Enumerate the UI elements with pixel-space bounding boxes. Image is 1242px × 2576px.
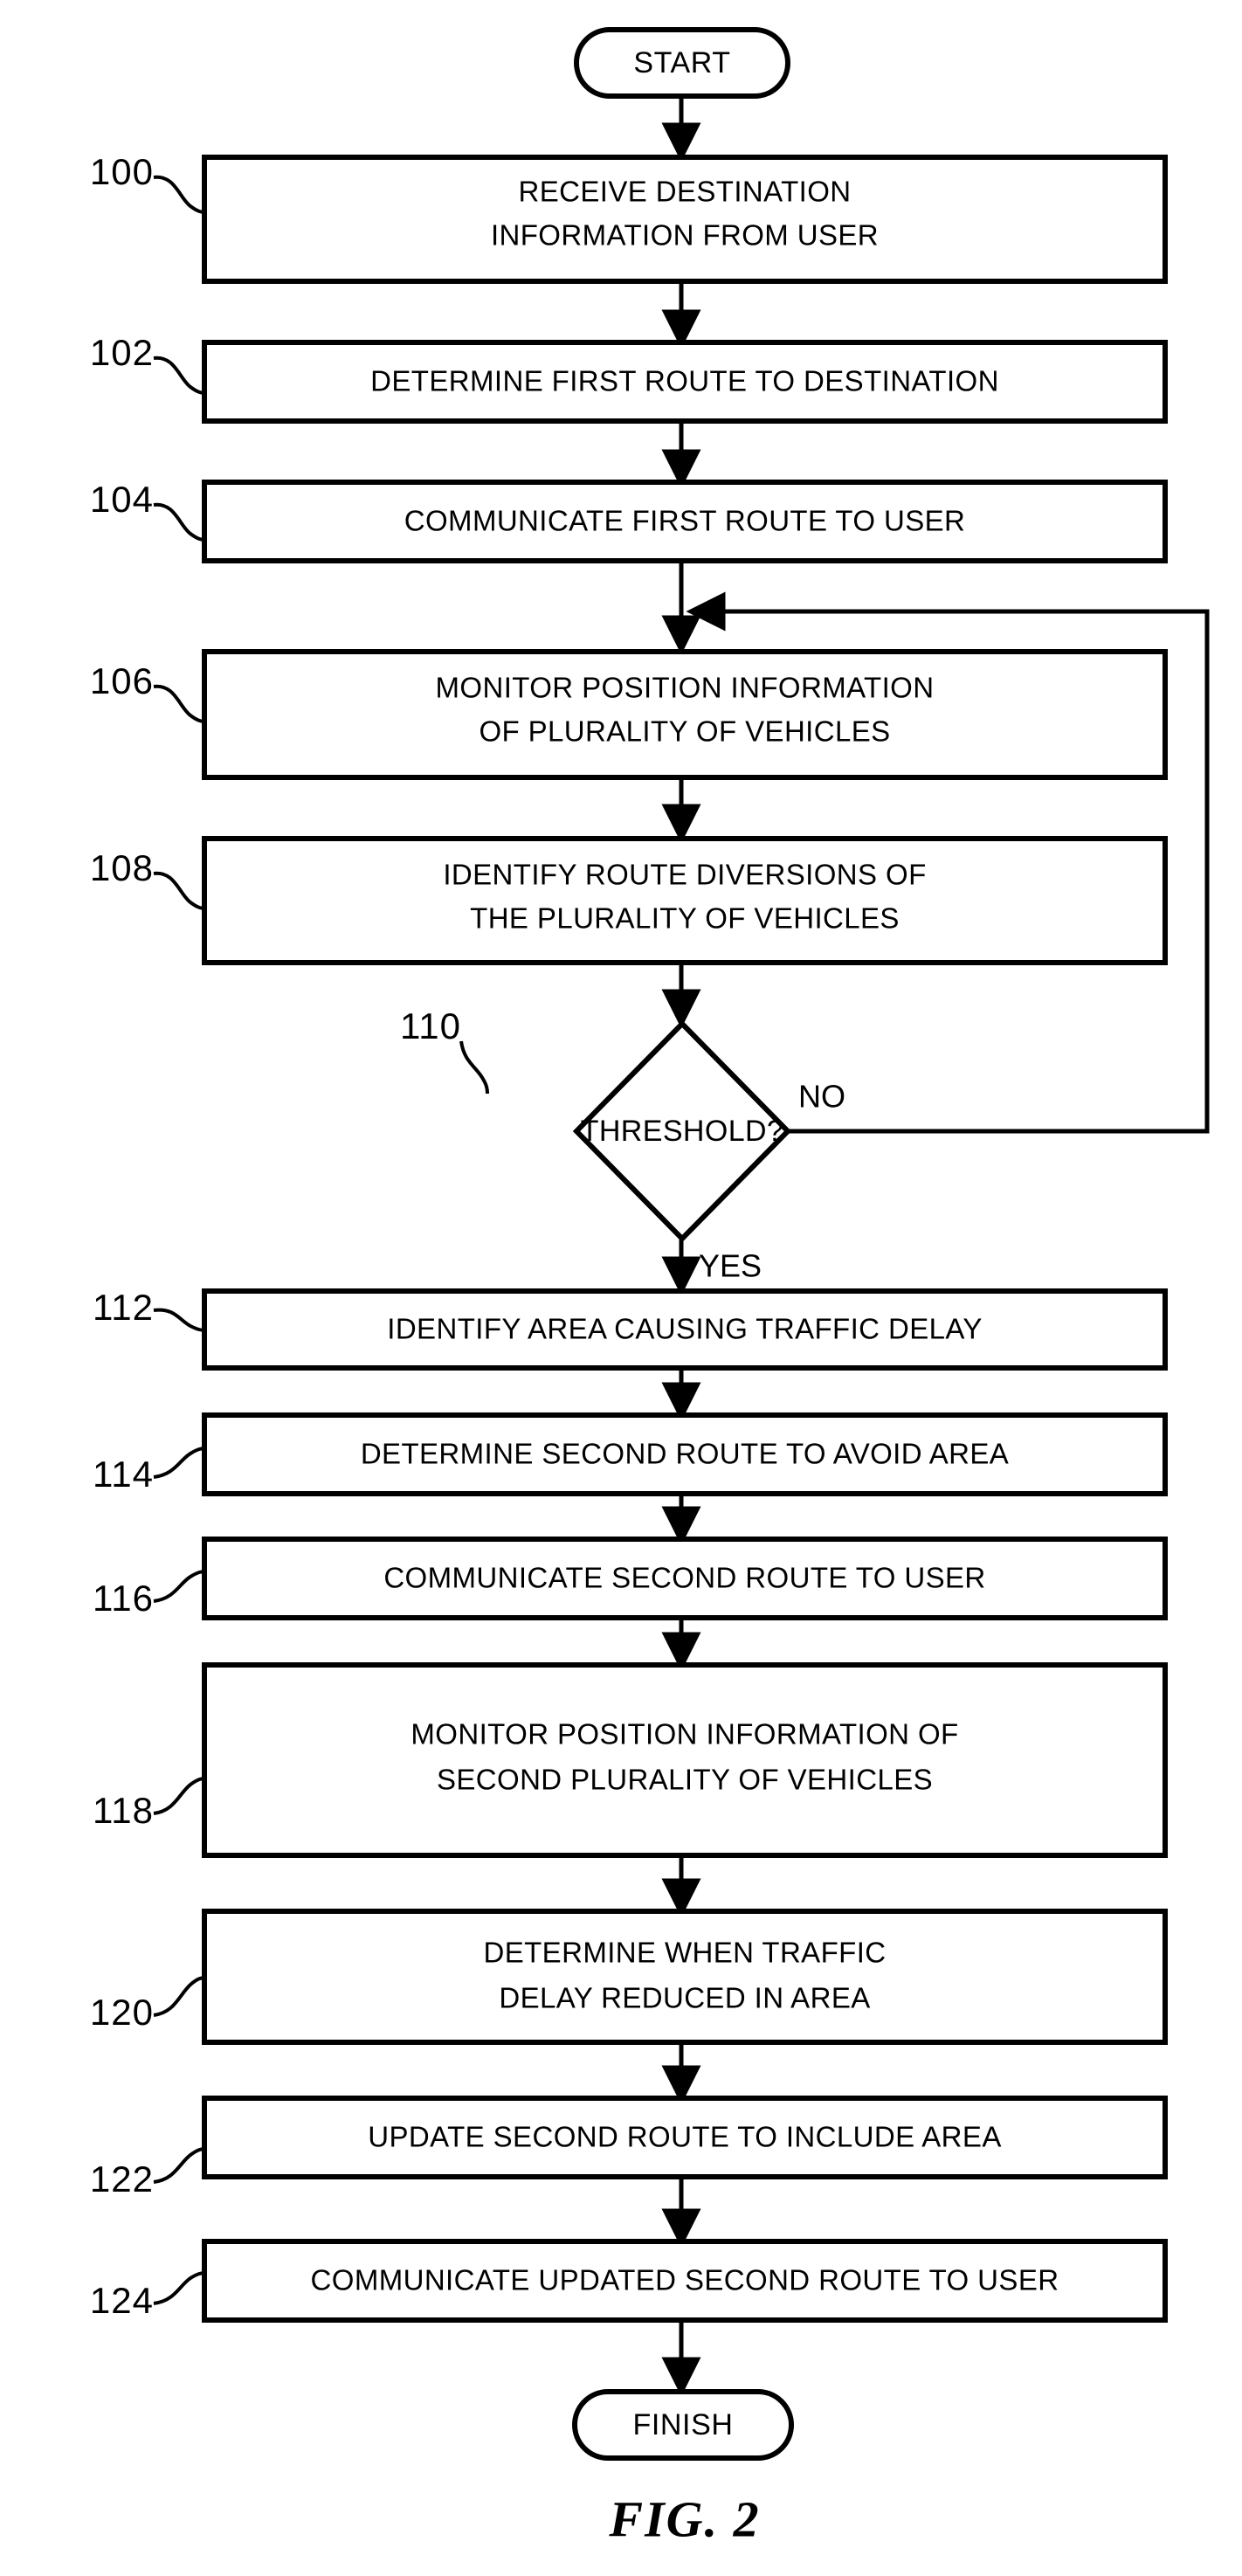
decision-no-label: NO	[798, 1079, 845, 1115]
figure-caption: FIG. 2	[608, 2490, 760, 2547]
step-box-114: DETERMINE SECOND ROUTE TO AVOID AREA 114	[93, 1412, 1168, 1496]
box-120-line-1: DETERMINE WHEN TRAFFIC	[483, 1937, 886, 1969]
step-box-124: COMMUNICATE UPDATED SECOND ROUTE TO USER…	[90, 2239, 1168, 2323]
ref-112: 112	[93, 1287, 154, 1328]
step-box-120: DETERMINE WHEN TRAFFIC DELAY REDUCED IN …	[90, 1909, 1168, 2045]
step-box-112: IDENTIFY AREA CAUSING TRAFFIC DELAY 112	[93, 1287, 1168, 1371]
leader-124	[153, 2271, 207, 2305]
box-108-line-2: THE PLURALITY OF VEHICLES	[470, 902, 900, 935]
step-box-102: DETERMINE FIRST ROUTE TO DESTINATION 102	[90, 332, 1168, 424]
decision-110: THRESHOLD? 110 NO YES	[400, 1005, 845, 1283]
box-102-line-1: DETERMINE FIRST ROUTE TO DESTINATION	[370, 365, 999, 397]
ref-104: 104	[90, 479, 154, 520]
leader-112	[153, 1308, 207, 1332]
ref-100: 100	[90, 151, 154, 192]
connectors	[661, 96, 1210, 2397]
box-108-rect	[202, 836, 1168, 965]
leader-118	[153, 1777, 207, 1815]
ref-122: 122	[90, 2158, 154, 2200]
step-box-108: IDENTIFY ROUTE DIVERSIONS OF THE PLURALI…	[90, 836, 1168, 965]
decision-yes-label: YES	[699, 1248, 762, 1284]
box-120-line-2: DELAY REDUCED IN AREA	[499, 1982, 870, 2014]
leader-100	[153, 175, 207, 214]
ref-110: 110	[400, 1005, 461, 1046]
ref-116: 116	[93, 1578, 154, 1619]
box-118-rect	[202, 1662, 1168, 1858]
leader-122	[153, 2147, 207, 2184]
ref-114: 114	[93, 1454, 154, 1495]
leader-114	[153, 1447, 207, 1479]
terminator-finish: FINISH	[572, 2389, 794, 2461]
ref-102: 102	[90, 332, 154, 373]
box-122-line-1: UPDATE SECOND ROUTE TO INCLUDE AREA	[368, 2121, 1001, 2153]
leader-116	[153, 1570, 207, 1603]
finish-label: FINISH	[632, 2408, 733, 2441]
box-106-line-1: MONITOR POSITION INFORMATION	[436, 672, 935, 704]
decision-110-label: THRESHOLD?	[581, 1115, 784, 1148]
step-box-106: MONITOR POSITION INFORMATION OF PLURALIT…	[90, 649, 1168, 780]
leader-120	[153, 1976, 207, 2017]
step-box-118: MONITOR POSITION INFORMATION OF SECOND P…	[93, 1662, 1168, 1858]
step-box-100: RECEIVE DESTINATION INFORMATION FROM USE…	[90, 151, 1168, 284]
step-box-122: UPDATE SECOND ROUTE TO INCLUDE AREA 122	[90, 2096, 1168, 2200]
box-100-line-1: RECEIVE DESTINATION	[518, 176, 851, 208]
terminator-start: START	[574, 27, 790, 99]
box-106-line-2: OF PLURALITY OF VEHICLES	[479, 715, 890, 748]
ref-118: 118	[93, 1790, 154, 1831]
leader-102	[153, 356, 207, 395]
box-124-line-1: COMMUNICATE UPDATED SECOND ROUTE TO USER	[311, 2264, 1059, 2296]
ref-106: 106	[90, 660, 154, 701]
box-114-line-1: DETERMINE SECOND ROUTE TO AVOID AREA	[361, 1438, 1009, 1470]
ref-120: 120	[90, 1992, 154, 2033]
box-116-line-1: COMMUNICATE SECOND ROUTE TO USER	[383, 1562, 985, 1594]
leader-106	[153, 684, 207, 723]
patent-figure: START RECEIVE DESTINATION INFORMATION FR…	[0, 0, 1242, 2576]
leader-110	[459, 1040, 489, 1095]
box-104-line-1: COMMUNICATE FIRST ROUTE TO USER	[404, 505, 966, 537]
ref-124: 124	[90, 2280, 154, 2321]
leader-108	[153, 871, 207, 910]
step-box-116: COMMUNICATE SECOND ROUTE TO USER 116	[93, 1537, 1168, 1620]
box-118-line-1: MONITOR POSITION INFORMATION OF	[411, 1718, 958, 1751]
flowchart-canvas: START RECEIVE DESTINATION INFORMATION FR…	[90, 27, 1210, 2547]
box-108-line-1: IDENTIFY ROUTE DIVERSIONS OF	[443, 859, 926, 891]
box-118-line-2: SECOND PLURALITY OF VEHICLES	[437, 1764, 933, 1796]
box-100-line-2: INFORMATION FROM USER	[491, 219, 879, 252]
box-112-line-1: IDENTIFY AREA CAUSING TRAFFIC DELAY	[387, 1313, 982, 1345]
ref-108: 108	[90, 847, 154, 888]
box-120-rect	[202, 1909, 1168, 2045]
leader-104	[153, 502, 207, 542]
start-label: START	[633, 46, 730, 79]
step-box-104: COMMUNICATE FIRST ROUTE TO USER 104	[90, 479, 1168, 563]
